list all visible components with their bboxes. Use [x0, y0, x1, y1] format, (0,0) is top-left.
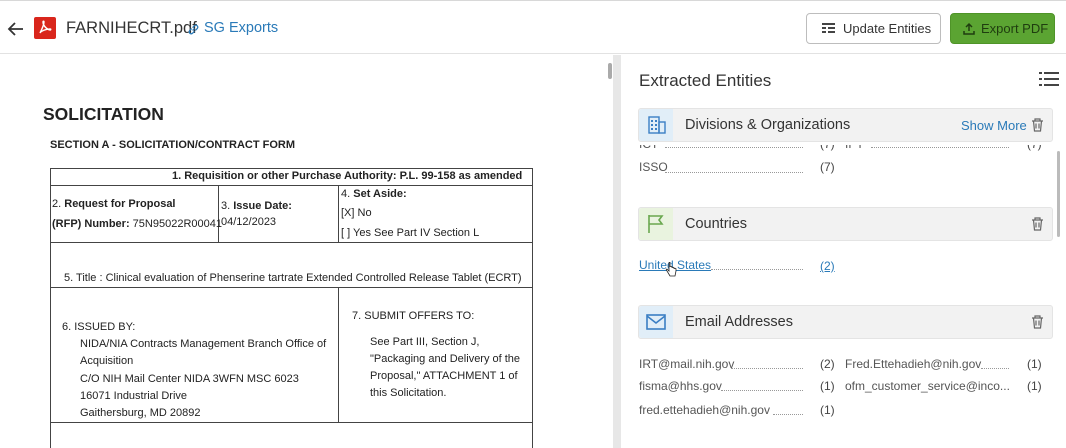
trash-icon[interactable] [1031, 217, 1044, 231]
entity-count-link[interactable]: (2) [820, 259, 835, 273]
setaside-option-no: [X] No [341, 207, 372, 219]
table-rule [50, 287, 533, 288]
pdf-file-icon [34, 17, 56, 39]
building-icon [639, 109, 673, 141]
folder-link[interactable]: SG Exports [204, 20, 278, 36]
category-name: Divisions & Organizations [685, 117, 851, 133]
table-rule [50, 242, 533, 243]
document-scrollbar[interactable] [608, 63, 612, 79]
category-name: Email Addresses [685, 314, 793, 330]
trash-icon[interactable] [1031, 118, 1044, 132]
update-entities-label: Update Entities [843, 21, 932, 36]
category-email[interactable]: Email Addresses [638, 305, 1053, 339]
issue-date-label: 3. Issue Date: [221, 198, 292, 215]
rfp-prefix: 2. [52, 198, 62, 210]
dotted-leader [871, 147, 1009, 148]
hand-cursor-icon [665, 262, 677, 277]
back-arrow-icon[interactable] [6, 19, 26, 39]
entity-count: (1) [820, 403, 835, 417]
show-more-link[interactable]: Show More [961, 118, 1027, 133]
entity-item[interactable]: IRT@mail.nih.gov [639, 357, 734, 371]
section-heading: SECTION A - SOLICITATION/CONTRACT FORM [50, 139, 296, 151]
panel-splitter[interactable] [613, 55, 621, 448]
entity-count: (1) [1027, 357, 1042, 371]
issue-label-text: Issue Date: [233, 200, 292, 212]
issued-by-line: Acquisition [80, 355, 134, 367]
setaside-label-text: Set Aside: [353, 188, 407, 200]
entity-item[interactable]: fisma@hhs.gov [639, 379, 722, 393]
title-row: 5. Title : Clinical evaluation of Phense… [64, 272, 522, 284]
table-rule [50, 185, 533, 186]
export-pdf-label: Export PDF [981, 21, 1049, 36]
entity-item[interactable]: ofm_customer_service@inco... [845, 379, 1010, 393]
link-icon [188, 24, 199, 35]
submit-line: this Solicitation. [370, 387, 447, 399]
dotted-leader [711, 269, 803, 270]
rfp-label: 2. Request for Proposal [52, 196, 176, 213]
dotted-leader [665, 172, 803, 173]
dotted-leader [665, 147, 803, 148]
export-pdf-button[interactable]: Export PDF [950, 13, 1055, 44]
export-icon [963, 22, 975, 35]
issued-by-line: NIDA/NIA Contracts Management Branch Off… [80, 338, 327, 350]
file-name: FARNIHECRT.pdf [66, 19, 197, 37]
table-rule [50, 422, 533, 423]
category-divisions[interactable]: Divisions & Organizations Show More [638, 108, 1053, 142]
dotted-leader [773, 414, 803, 415]
list-edit-icon [822, 23, 835, 33]
entity-item[interactable]: Fred.Ettehadieh@nih.gov [845, 357, 981, 371]
dotted-leader [721, 390, 803, 391]
category-countries[interactable]: Countries [638, 207, 1053, 241]
rfp-number-label: (RFP) Number: [52, 218, 130, 230]
rfp-number-value: 75N95022R00041 [132, 218, 222, 230]
issue-prefix: 3. [221, 200, 231, 212]
rfp-number: (RFP) Number: 75N95022R00041 [52, 216, 222, 233]
entity-count: (2) [820, 357, 835, 371]
document-viewer[interactable]: SOLICITATION SECTION A - SOLICITATION/CO… [0, 55, 614, 448]
flag-icon [639, 208, 673, 240]
panel-title: Extracted Entities [639, 71, 772, 90]
entity-item[interactable]: ISSO [639, 160, 668, 174]
entities-panel: Extracted Entities ICT (7) IPT (7) Divis… [621, 55, 1066, 448]
submit-line: "Packaging and Delivery of the [370, 353, 521, 365]
document-title: SOLICITATION [43, 104, 164, 124]
category-name: Countries [685, 216, 748, 232]
envelope-icon [639, 306, 673, 338]
top-bar: FARNIHECRT.pdf SG Exports Update Entitie… [0, 0, 1066, 54]
issue-date-value: 04/12/2023 [221, 216, 277, 228]
setaside-prefix: 4. [341, 188, 351, 200]
entity-count: (1) [1027, 379, 1042, 393]
setaside-label: 4. Set Aside: [341, 186, 407, 203]
issued-by-label: 6. ISSUED BY: [62, 321, 136, 333]
update-entities-button[interactable]: Update Entities [806, 13, 941, 44]
setaside-option-yes: [ ] Yes See Part IV Section L [341, 227, 480, 239]
dotted-leader [731, 368, 803, 369]
submit-line: Proposal," ATTACHMENT 1 of [370, 370, 518, 382]
list-menu-icon[interactable] [1039, 71, 1059, 87]
issued-by-line: Gaithersburg, MD 20892 [80, 407, 201, 419]
submit-line: See Part III, Section J, [370, 336, 480, 348]
entity-count: (7) [820, 160, 835, 174]
trash-icon[interactable] [1031, 315, 1044, 329]
table-rule [218, 185, 219, 242]
dotted-leader [981, 368, 1009, 369]
issued-by-line: 16071 Industrial Drive [80, 390, 188, 402]
issued-by-line: C/O NIH Mail Center NIDA 3WFN MSC 6023 [80, 373, 299, 385]
entity-item[interactable]: fred.ettehadieh@nih.gov [639, 403, 770, 417]
rfp-label-text: Request for Proposal [64, 198, 176, 210]
entity-count: (1) [820, 379, 835, 393]
submit-offers-label: 7. SUBMIT OFFERS TO: [352, 310, 475, 322]
table-rule [338, 185, 339, 242]
requisition-row: 1. Requisition or other Purchase Authori… [172, 170, 523, 182]
table-rule [338, 287, 339, 422]
panel-scrollbar[interactable] [1057, 151, 1060, 237]
